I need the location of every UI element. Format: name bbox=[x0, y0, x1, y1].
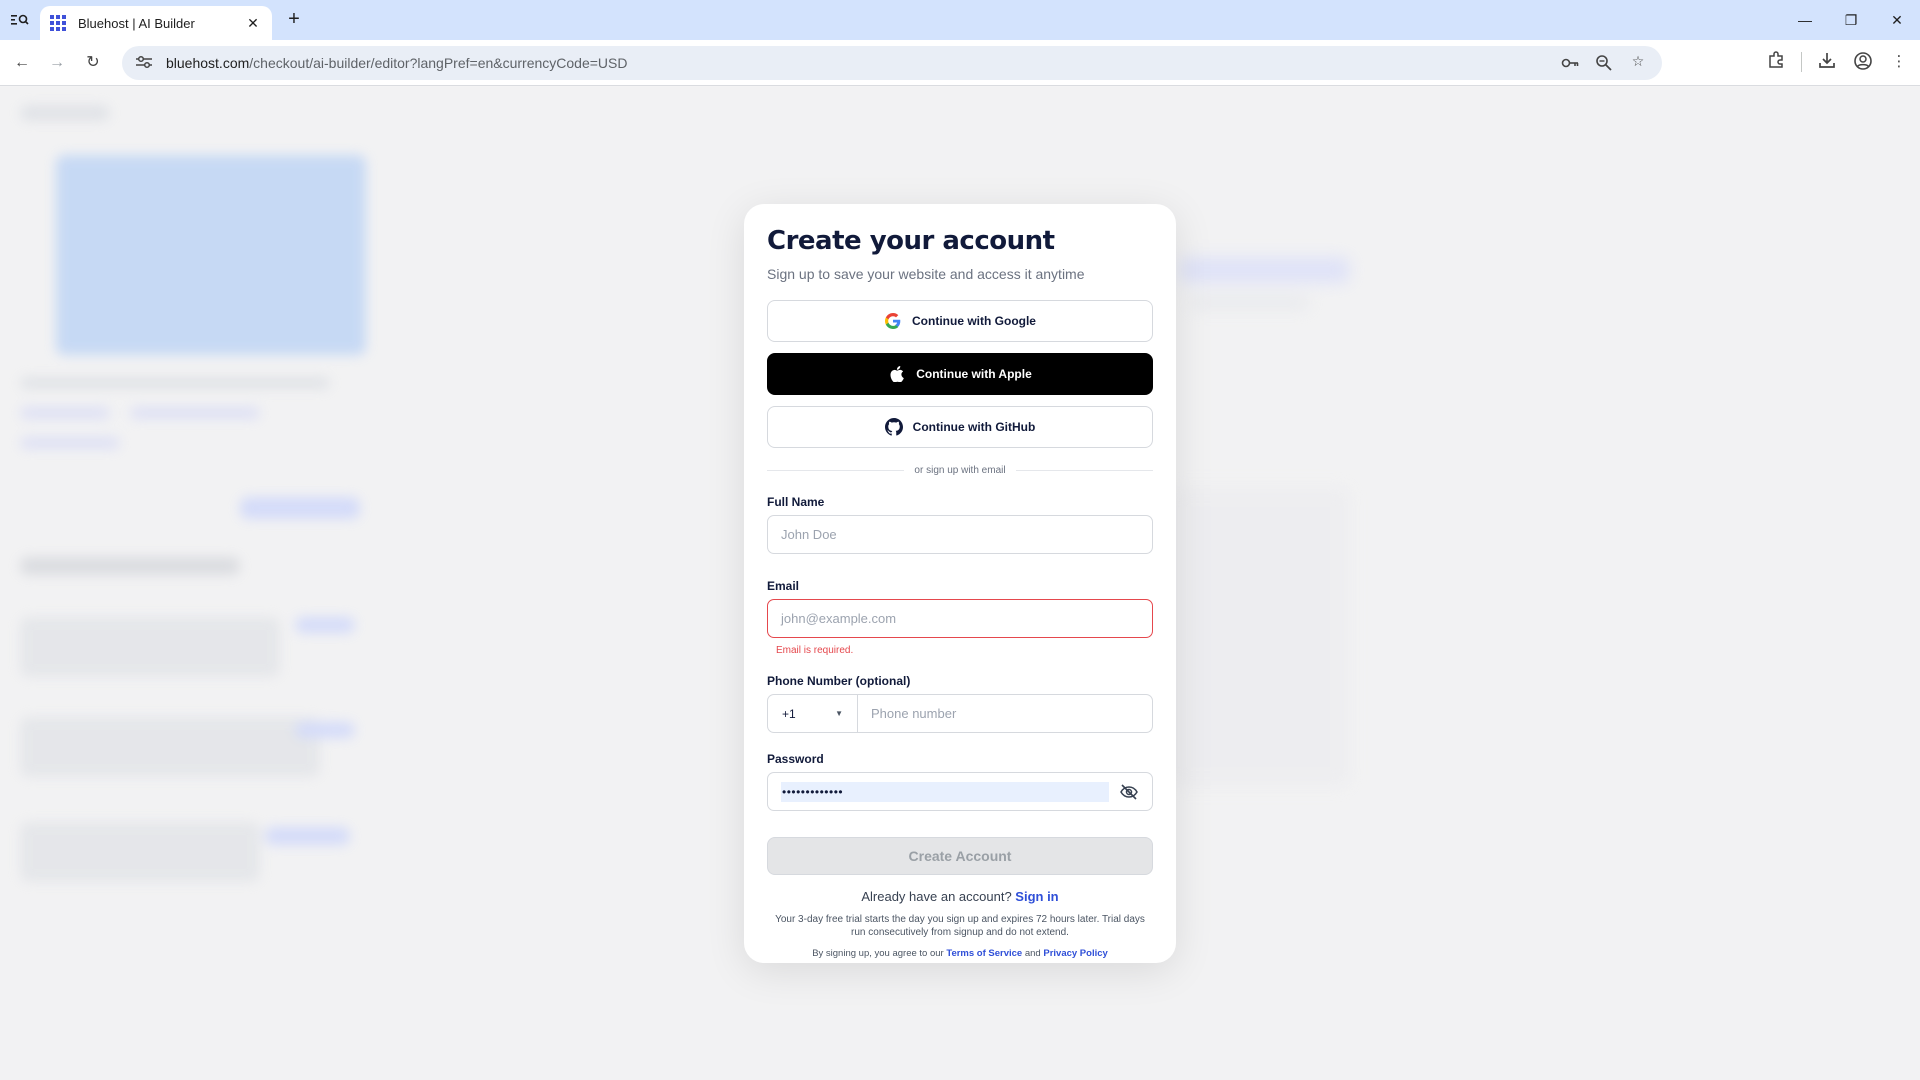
signin-line: Already have an account? Sign in bbox=[767, 889, 1153, 904]
site-info-icon[interactable] bbox=[136, 55, 156, 72]
browser-tab-active[interactable]: Bluehost | AI Builder ✕ bbox=[40, 6, 272, 40]
signin-prompt: Already have an account? bbox=[861, 889, 1012, 904]
password-key-icon[interactable] bbox=[1560, 53, 1580, 73]
window-controls: — ❐ ✕ bbox=[1782, 0, 1920, 40]
email-label: Email bbox=[767, 579, 800, 593]
create-account-button[interactable]: Create Account bbox=[767, 837, 1153, 875]
country-code-select[interactable]: +1 ▼ bbox=[768, 695, 858, 732]
minimize-icon[interactable]: — bbox=[1782, 0, 1828, 40]
google-button-label: Continue with Google bbox=[912, 314, 1036, 328]
full-name-placeholder: John Doe bbox=[781, 527, 837, 542]
address-bar[interactable]: bluehost.com/checkout/ai-builder/editor?… bbox=[122, 46, 1662, 80]
bluehost-grid-icon bbox=[50, 15, 66, 31]
agree-prefix: By signing up, you agree to our bbox=[812, 948, 944, 959]
browser-toolbar: ← → ↻ bluehost.com/checkout/ai-builder/e… bbox=[0, 40, 1920, 86]
password-label: Password bbox=[767, 752, 824, 766]
browser-menu-icon[interactable]: ⋮ bbox=[1888, 51, 1910, 73]
tab-close-icon[interactable]: ✕ bbox=[244, 15, 262, 32]
extensions-icon[interactable] bbox=[1765, 51, 1787, 73]
country-code-value: +1 bbox=[782, 706, 796, 721]
phone-label: Phone Number (optional) bbox=[767, 674, 911, 688]
agree-and: and bbox=[1024, 948, 1041, 959]
url-text: bluehost.com/checkout/ai-builder/editor?… bbox=[166, 55, 628, 71]
blurred-sidebar bbox=[0, 87, 370, 1080]
forward-icon[interactable]: → bbox=[45, 51, 69, 75]
privacy-policy-link[interactable]: Privacy Policy bbox=[1043, 948, 1107, 959]
tab-title: Bluehost | AI Builder bbox=[78, 15, 195, 31]
toolbar-separator bbox=[1801, 52, 1802, 72]
modal-subtitle: Sign up to save your website and access … bbox=[767, 266, 1085, 282]
bookmark-star-icon[interactable]: ☆ bbox=[1628, 53, 1648, 73]
sign-in-link[interactable]: Sign in bbox=[1015, 889, 1058, 904]
new-tab-icon[interactable]: + bbox=[282, 8, 306, 32]
zoom-icon[interactable] bbox=[1594, 53, 1614, 73]
github-icon bbox=[884, 418, 903, 436]
password-value: ••••••••••••• bbox=[781, 781, 1109, 802]
google-icon bbox=[884, 312, 902, 330]
modal-title: Create your account bbox=[767, 226, 1055, 256]
phone-field: +1 ▼ Phone number bbox=[767, 694, 1153, 733]
profile-avatar-icon[interactable] bbox=[1852, 51, 1874, 73]
divider-text: or sign up with email bbox=[914, 465, 1006, 476]
continue-with-github-button[interactable]: Continue with GitHub bbox=[767, 406, 1153, 448]
email-input[interactable]: john@example.com bbox=[767, 599, 1153, 638]
window-close-icon[interactable]: ✕ bbox=[1874, 0, 1920, 40]
restore-icon[interactable]: ❐ bbox=[1828, 0, 1874, 40]
phone-number-input[interactable]: Phone number bbox=[858, 695, 1152, 732]
phone-placeholder: Phone number bbox=[871, 706, 957, 721]
apple-button-label: Continue with Apple bbox=[916, 367, 1032, 381]
signup-modal: Create your account Sign up to save your… bbox=[744, 204, 1176, 963]
back-icon[interactable]: ← bbox=[10, 51, 34, 75]
email-error-message: Email is required. bbox=[776, 645, 854, 656]
trial-disclaimer: Your 3-day free trial starts the day you… bbox=[775, 914, 1145, 938]
chevron-down-icon: ▼ bbox=[835, 709, 843, 718]
full-name-input[interactable]: John Doe bbox=[767, 515, 1153, 554]
downloads-icon[interactable] bbox=[1816, 51, 1838, 73]
reload-icon[interactable]: ↻ bbox=[81, 51, 105, 75]
full-name-label: Full Name bbox=[767, 495, 825, 509]
agreement-line: By signing up, you agree to our Terms of… bbox=[767, 948, 1153, 959]
terms-of-service-link[interactable]: Terms of Service bbox=[946, 948, 1022, 959]
password-input[interactable]: ••••••••••••• bbox=[767, 772, 1153, 811]
github-button-label: Continue with GitHub bbox=[912, 420, 1036, 434]
eye-off-icon[interactable] bbox=[1119, 782, 1139, 802]
continue-with-google-button[interactable]: Continue with Google bbox=[767, 300, 1153, 342]
email-divider: or sign up with email bbox=[767, 465, 1153, 476]
email-placeholder: john@example.com bbox=[781, 611, 897, 626]
apple-icon bbox=[888, 365, 906, 383]
tab-search-icon[interactable] bbox=[8, 8, 32, 32]
browser-tab-bar: Bluehost | AI Builder ✕ + — ❐ ✕ bbox=[0, 0, 1920, 40]
continue-with-apple-button[interactable]: Continue with Apple bbox=[767, 353, 1153, 395]
